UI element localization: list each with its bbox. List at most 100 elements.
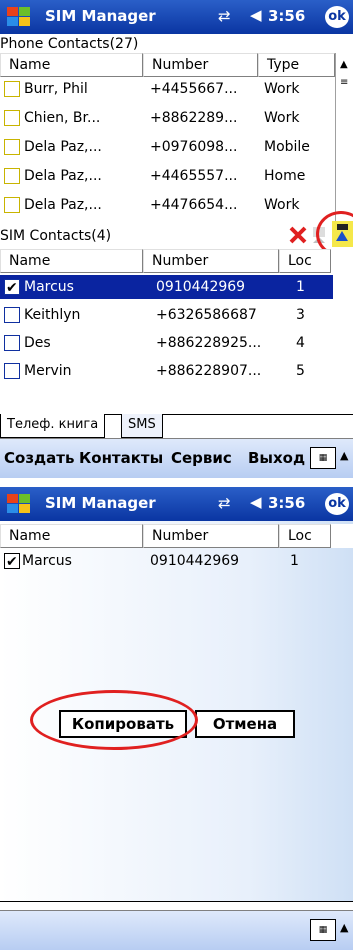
cell-name: Burr, Phil xyxy=(24,81,88,97)
cell-loc: 4 xyxy=(296,335,305,351)
column-header-name[interactable]: Name xyxy=(0,524,143,548)
ok-button[interactable]: ok xyxy=(325,6,349,28)
keyboard-icon[interactable]: ▦ xyxy=(310,447,336,469)
delete-icon[interactable] xyxy=(288,225,308,245)
cell-loc: 1 xyxy=(290,553,299,569)
checkbox[interactable]: ✔ xyxy=(4,553,20,570)
phone-contacts-scrollbar[interactable]: ▲ ≡ xyxy=(335,53,353,223)
keyboard-icon[interactable]: ▦ xyxy=(310,919,336,941)
column-header-loc[interactable]: Loc xyxy=(279,524,331,548)
checkbox[interactable]: ✔ xyxy=(4,279,20,296)
input-panel-arrow-icon[interactable]: ▲ xyxy=(340,921,348,934)
column-header-name[interactable]: Name xyxy=(0,249,143,273)
menu-bar: Создать Контакты Сервис Выход ▦ ▲ xyxy=(0,438,353,478)
connectivity-icon[interactable]: ⇄ xyxy=(218,7,231,25)
windows-start-icon[interactable] xyxy=(5,491,33,517)
checkbox[interactable] xyxy=(4,197,20,213)
checkbox[interactable] xyxy=(4,363,20,379)
tab-sms[interactable]: SMS xyxy=(121,414,163,438)
list-item[interactable]: Keithlyn +6326586687 3 xyxy=(0,303,333,327)
clock-time[interactable]: 3:56 xyxy=(268,7,305,25)
sim-contacts-title: SIM Contacts(4) xyxy=(0,228,112,244)
cell-name: Dela Paz,... xyxy=(24,168,102,184)
title-bar: SIM Manager ⇄ ◀ 3:56 ok xyxy=(0,0,353,34)
list-item[interactable]: Chien, Br... +8862289... Work xyxy=(0,106,335,130)
title-bar: SIM Manager ⇄ ◀ 3:56 ok xyxy=(0,487,353,521)
cell-name: Chien, Br... xyxy=(24,110,101,126)
column-header-name[interactable]: Name xyxy=(0,53,143,77)
column-header-type[interactable]: Type xyxy=(258,53,335,77)
cell-type: Mobile xyxy=(264,139,310,155)
list-item[interactable]: Mervin +886228907... 5 xyxy=(0,359,333,383)
column-header-number[interactable]: Number xyxy=(143,249,279,273)
cell-loc: 5 xyxy=(296,363,305,379)
cell-name: Des xyxy=(24,335,51,351)
cell-number: +886228925... xyxy=(156,335,262,351)
sim-contacts-header: Name Number Loc xyxy=(0,249,353,273)
cell-number: +4476654... xyxy=(150,197,238,213)
cell-name: Keithlyn xyxy=(24,307,81,323)
checkbox[interactable] xyxy=(4,168,20,184)
list-item[interactable]: Dela Paz,... +4476654... Work xyxy=(0,193,335,217)
tab-bar: Телеф. книга SMS xyxy=(0,414,353,438)
cell-type: Work xyxy=(264,110,300,126)
list-item[interactable]: ✔ Marcus 0910442969 1 xyxy=(0,549,353,573)
input-panel-arrow-icon[interactable]: ▲ xyxy=(340,449,348,462)
cell-number: +0976098... xyxy=(150,139,238,155)
cell-type: Work xyxy=(264,197,300,213)
app-title: SIM Manager xyxy=(45,494,156,512)
menu-contacts[interactable]: Контакты xyxy=(79,449,163,467)
list-item[interactable]: Burr, Phil +4455667... Work xyxy=(0,77,335,101)
divider xyxy=(0,901,353,902)
checkbox[interactable] xyxy=(4,307,20,323)
cell-number: +8862289... xyxy=(150,110,238,126)
checkbox[interactable] xyxy=(4,81,20,97)
checkbox[interactable] xyxy=(4,110,20,126)
tab-phonebook[interactable]: Телеф. книга xyxy=(0,414,106,438)
speaker-icon[interactable]: ◀ xyxy=(250,493,262,511)
cell-number: 0910442969 xyxy=(150,553,240,569)
menu-bar: ▦ ▲ xyxy=(0,910,353,950)
checkmark-icon: ✔ xyxy=(6,280,18,296)
connectivity-icon[interactable]: ⇄ xyxy=(218,494,231,512)
checkmark-icon: ✔ xyxy=(6,554,18,570)
checkbox[interactable] xyxy=(4,139,20,155)
column-header-number[interactable]: Number xyxy=(143,53,258,77)
highlight-circle-copy xyxy=(30,690,198,750)
scroll-up-arrow-icon[interactable]: ▲ xyxy=(340,59,348,70)
list-item[interactable]: ✔ Marcus 0910442969 1 xyxy=(0,275,333,299)
list-item[interactable]: Dela Paz,... +0976098... Mobile xyxy=(0,135,335,159)
column-header-loc[interactable]: Loc xyxy=(279,249,331,273)
clock-time[interactable]: 3:56 xyxy=(268,494,305,512)
sim-manager-main-screen: SIM Manager ⇄ ◀ 3:56 ok Phone Contacts(2… xyxy=(0,0,353,478)
menu-service[interactable]: Сервис xyxy=(171,449,232,467)
cell-name: Dela Paz,... xyxy=(24,197,102,213)
cell-name: Marcus xyxy=(24,279,74,295)
cell-type: Home xyxy=(264,168,306,184)
cell-name: Marcus xyxy=(22,553,72,569)
scroll-thumb-icon[interactable]: ≡ xyxy=(340,77,348,88)
menu-exit[interactable]: Выход xyxy=(248,449,305,467)
app-title: SIM Manager xyxy=(45,7,156,25)
cell-name: Dela Paz,... xyxy=(24,139,102,155)
list-item[interactable]: Dela Paz,... +4465557... Home xyxy=(0,164,335,188)
phone-contacts-header: Name Number Type xyxy=(0,53,335,77)
cancel-button[interactable]: Отмена xyxy=(195,710,295,738)
cell-loc: 1 xyxy=(296,279,305,295)
menu-create[interactable]: Создать xyxy=(4,449,74,467)
cell-number: 0910442969 xyxy=(156,279,246,295)
cell-loc: 3 xyxy=(296,307,305,323)
column-header-number[interactable]: Number xyxy=(143,524,279,548)
phone-contacts-title: Phone Contacts(27) xyxy=(0,36,139,52)
speaker-icon[interactable]: ◀ xyxy=(250,6,262,24)
cell-type: Work xyxy=(264,81,300,97)
windows-start-icon[interactable] xyxy=(5,4,33,30)
checkbox[interactable] xyxy=(4,335,20,351)
list-item[interactable]: Des +886228925... 4 xyxy=(0,331,333,355)
cell-number: +886228907... xyxy=(156,363,262,379)
sim-manager-copy-screen: SIM Manager ⇄ ◀ 3:56 ok Name Number Loc … xyxy=(0,487,353,950)
cell-number: +6326586687 xyxy=(156,307,257,323)
ok-button[interactable]: ok xyxy=(325,493,349,515)
cell-name: Mervin xyxy=(24,363,72,379)
copy-list-header: Name Number Loc xyxy=(0,524,353,548)
